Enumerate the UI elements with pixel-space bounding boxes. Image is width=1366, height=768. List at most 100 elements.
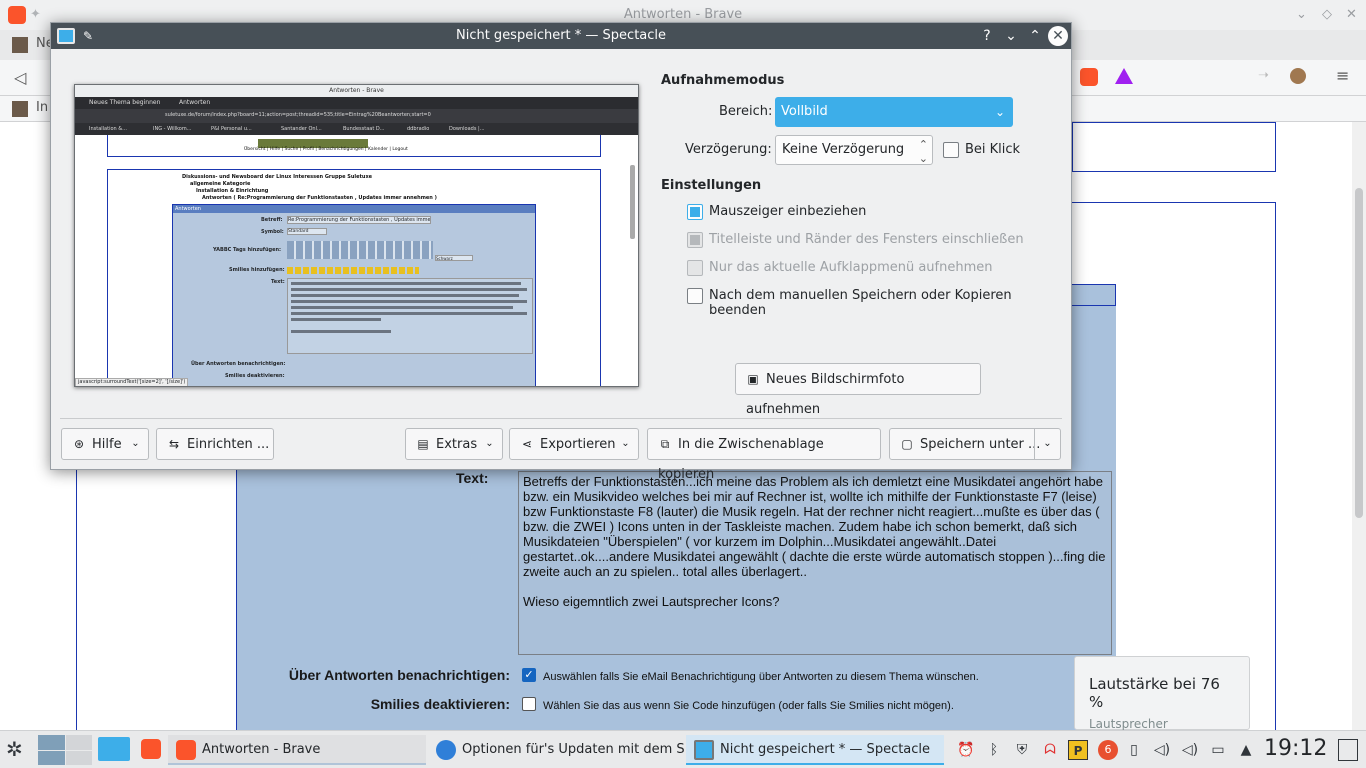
preview-bookmark: ddbradio — [407, 126, 430, 132]
task-spectacle[interactable]: Nicht gespeichert * — Spectacle — [686, 735, 944, 765]
spin-down-icon[interactable]: ⌄ — [919, 145, 928, 173]
sliders-icon: ⇆ — [168, 437, 180, 451]
preview-font-select: Schwarz — [435, 255, 473, 261]
preview-notify-label: Über Antworten benachrichtigen: — [191, 361, 286, 367]
on-click-checkbox[interactable] — [943, 142, 959, 158]
task-brave[interactable]: Antworten - Brave — [168, 735, 426, 765]
file-manager-icon[interactable] — [98, 737, 130, 761]
tab-favicon-icon — [12, 37, 28, 53]
preview-tab-1: Neues Thema beginnen — [89, 99, 161, 106]
save-as-button[interactable]: ▢ Speichern unter ... ⌄ — [889, 428, 1061, 460]
clock[interactable]: 19:12 — [1264, 736, 1327, 761]
camera-icon: ▣ — [747, 372, 759, 386]
help-button[interactable]: ⊛ Hilfe ⌄ — [61, 428, 149, 460]
preview-text-label: Text: — [271, 279, 285, 285]
preview-scrollbar — [630, 165, 635, 239]
maximize-icon[interactable]: ◇ — [1322, 0, 1332, 30]
export-button[interactable]: ⋖ Exportieren ⌄ — [509, 428, 639, 460]
close-icon[interactable]: ✕ — [1048, 26, 1068, 46]
brave-launcher-icon[interactable] — [141, 739, 161, 759]
preview-nav-link: Kalender — [368, 147, 388, 152]
popup-only-checkbox — [687, 260, 703, 276]
brave-rewards-icon[interactable] — [1115, 68, 1133, 84]
message-textarea[interactable]: Betreffs der Funktionstasten...ich meine… — [518, 471, 1112, 655]
preview-form-header: Antworten — [173, 205, 535, 213]
extension-icon[interactable]: ➝ — [1258, 68, 1269, 83]
page-scrollbar[interactable] — [1352, 122, 1366, 730]
area-select[interactable]: Vollbild ⌄ — [775, 97, 1013, 127]
profile-icon[interactable] — [1290, 68, 1306, 84]
delay-label: Verzögerung: — [685, 142, 772, 157]
toolbox-icon: ▤ — [417, 437, 429, 451]
preview-yabbc-label: YABBC Tags hinzufügen: — [213, 247, 282, 253]
bookmark-label[interactable]: In — [36, 100, 48, 115]
settings-heading: Einstellungen — [661, 178, 762, 193]
preview-tree-item: Antworten ( Re:Programmierung der Funkti… — [202, 195, 437, 201]
preview-nav-link: Übersicht — [244, 147, 266, 152]
smilies-off-note: Wählen Sie das aus wenn Sie Code hinzufü… — [543, 700, 954, 712]
maximize-icon[interactable]: ⌃ — [1025, 26, 1045, 46]
minimize-icon[interactable]: ⌄ — [1001, 26, 1021, 46]
preview-bookmark: Santander Onl... — [281, 126, 322, 132]
show-desktop-icon[interactable] — [1338, 739, 1358, 761]
menu-icon[interactable]: ≡ — [1336, 66, 1349, 85]
include-pointer-label: Mauszeiger einbeziehen — [709, 204, 867, 219]
share-icon: ⋖ — [521, 437, 533, 451]
preview-symbol-label: Symbol: — [261, 229, 284, 235]
preview-tree-item: Diskussions- und Newsboard der Linux Int… — [182, 174, 373, 180]
configure-button[interactable]: ⇆ Einrichten ... — [156, 428, 274, 460]
copy-clipboard-button[interactable]: ⧉ In die Zwischenablage kopieren — [647, 428, 881, 482]
bluetooth-icon[interactable]: ᛒ — [984, 740, 1004, 760]
brave-shields-icon[interactable] — [1080, 68, 1098, 86]
spectacle-icon — [694, 740, 714, 760]
speaker-icon[interactable]: ◁) — [1180, 740, 1200, 760]
app-launcher-icon[interactable]: ✲ — [6, 737, 23, 761]
spectacle-window-title: Nicht gespeichert * — Spectacle — [455, 28, 667, 43]
include-pointer-checkbox[interactable] — [687, 204, 703, 220]
speaker-icon[interactable]: ◁) — [1152, 740, 1172, 760]
close-icon[interactable]: ✕ — [1346, 0, 1357, 30]
preview-forum-box: Diskussions- und Newsboard der Linux Int… — [107, 169, 601, 386]
forum-box — [1072, 122, 1276, 172]
help-label: Hilfe — [92, 437, 122, 452]
chevron-down-icon[interactable]: ⌄ — [1034, 429, 1060, 459]
battery-icon[interactable]: ▯ — [1124, 740, 1144, 760]
extras-button[interactable]: ▤ Extras ⌄ — [405, 428, 503, 460]
extras-label: Extras — [436, 437, 478, 452]
chevron-down-icon[interactable]: ⌄ — [122, 429, 148, 459]
pin-icon[interactable]: ✦ — [30, 0, 41, 30]
preview-title: Antworten - Brave — [75, 85, 638, 97]
preview-bookmark: P&I Personal u... — [211, 126, 252, 132]
screenshot-preview[interactable]: Antworten - Brave Neues Thema beginnen A… — [74, 84, 639, 387]
minimize-icon[interactable]: ⌄ — [1296, 0, 1307, 30]
ghost-icon[interactable]: ᗣ — [1040, 740, 1060, 760]
expand-tray-icon[interactable]: ▲ — [1236, 740, 1256, 760]
save-icon: ▢ — [901, 437, 913, 451]
quit-after-save-checkbox[interactable] — [687, 288, 703, 304]
new-screenshot-button[interactable]: ▣ Neues Bildschirmfoto aufnehmen — [735, 363, 981, 417]
preview-bookmark: Bundesstaat D... — [343, 126, 385, 132]
delay-spinbox[interactable]: Keine Verzögerung ⌃ ⌄ — [775, 135, 933, 165]
clipboard-manager-icon[interactable]: P — [1068, 740, 1088, 760]
task-updates[interactable]: Optionen für's Updaten mit dem S... — [428, 735, 684, 765]
preview-subject-input: Re:Programmierung der Funktionstasten , … — [287, 216, 431, 224]
shield-icon[interactable]: ⛨ — [1012, 740, 1032, 760]
pin-icon[interactable]: ✎ — [83, 23, 93, 49]
spectacle-title-bar: ✎ Nicht gespeichert * — Spectacle ? ⌄ ⌃ … — [51, 23, 1071, 49]
chevron-down-icon[interactable]: ⌄ — [476, 429, 502, 459]
notification-badge[interactable]: 6 — [1098, 740, 1118, 760]
help-icon: ⊛ — [73, 437, 85, 451]
back-icon[interactable]: ◁ — [14, 68, 26, 87]
preview-nav-link: Hilfe — [269, 147, 281, 152]
notify-checkbox[interactable]: ✓ — [522, 668, 536, 682]
network-icon[interactable]: ▭ — [1208, 740, 1228, 760]
scrollbar-thumb[interactable] — [1355, 188, 1363, 518]
alarm-icon[interactable]: ⏰ — [956, 740, 976, 760]
popup-only-label: Nur das aktuelle Aufklappmenü aufnehmen — [709, 260, 993, 275]
preview-bookmark: Downloads |... — [449, 126, 485, 132]
smilies-off-checkbox[interactable] — [522, 697, 536, 711]
chevron-down-icon[interactable]: ⌄ — [612, 429, 638, 459]
help-icon[interactable]: ? — [977, 26, 997, 46]
preview-tag-buttons — [287, 241, 433, 259]
pager[interactable] — [38, 735, 92, 765]
